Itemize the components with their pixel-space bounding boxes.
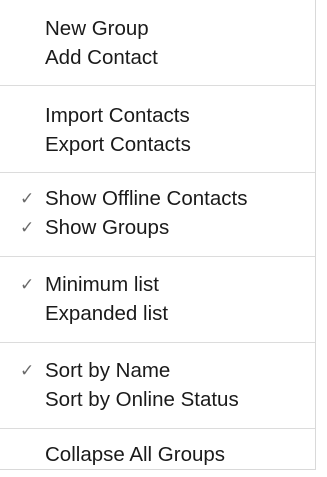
menu-separator xyxy=(0,342,315,343)
menu-group-create: New Group Add Contact xyxy=(0,14,315,72)
menu-item-export-contacts[interactable]: Export Contacts xyxy=(0,130,315,159)
menu-separator xyxy=(0,172,315,173)
menu-group-sorting: ✓ Sort by Name Sort by Online Status xyxy=(0,356,315,414)
menu-group-list-size: ✓ Minimum list Expanded list xyxy=(0,270,315,328)
menu-group-import-export: Import Contacts Export Contacts xyxy=(0,101,315,159)
menu-separator xyxy=(0,85,315,86)
menu-item-show-groups[interactable]: ✓ Show Groups xyxy=(0,213,315,242)
menu-item-label: Add Contact xyxy=(45,46,158,69)
menu-item-import-contacts[interactable]: Import Contacts xyxy=(0,101,315,130)
contacts-context-menu: New Group Add Contact Import Contacts Ex… xyxy=(0,0,316,470)
menu-separator xyxy=(0,428,315,429)
checkmark-icon: ✓ xyxy=(20,218,35,237)
menu-item-label: New Group xyxy=(45,17,149,40)
checkmark-icon: ✓ xyxy=(20,189,35,208)
menu-item-label: Import Contacts xyxy=(45,104,190,127)
menu-item-sort-by-name[interactable]: ✓ Sort by Name xyxy=(0,356,315,385)
menu-separator xyxy=(0,256,315,257)
menu-group-visibility: ✓ Show Offline Contacts ✓ Show Groups xyxy=(0,184,315,242)
menu-item-label: Minimum list xyxy=(45,273,159,296)
menu-item-label: Show Groups xyxy=(45,216,170,239)
menu-item-label: Sort by Name xyxy=(45,359,171,382)
menu-item-new-group[interactable]: New Group xyxy=(0,14,315,43)
menu-item-label: Show Offline Contacts xyxy=(45,187,248,210)
checkmark-icon: ✓ xyxy=(20,275,35,294)
menu-item-sort-by-online-status[interactable]: Sort by Online Status xyxy=(0,385,315,414)
menu-item-expanded-list[interactable]: Expanded list xyxy=(0,299,315,328)
checkmark-icon: ✓ xyxy=(20,361,35,380)
menu-item-collapse-all-groups[interactable]: Collapse All Groups xyxy=(0,440,315,469)
menu-item-label: Collapse All Groups xyxy=(45,443,226,466)
menu-item-label: Export Contacts xyxy=(45,133,191,156)
menu-group-collapse: Collapse All Groups xyxy=(0,440,315,469)
menu-item-minimum-list[interactable]: ✓ Minimum list xyxy=(0,270,315,299)
menu-item-add-contact[interactable]: Add Contact xyxy=(0,43,315,72)
menu-item-label: Expanded list xyxy=(45,302,169,325)
menu-item-label: Sort by Online Status xyxy=(45,388,239,411)
menu-item-show-offline-contacts[interactable]: ✓ Show Offline Contacts xyxy=(0,184,315,213)
